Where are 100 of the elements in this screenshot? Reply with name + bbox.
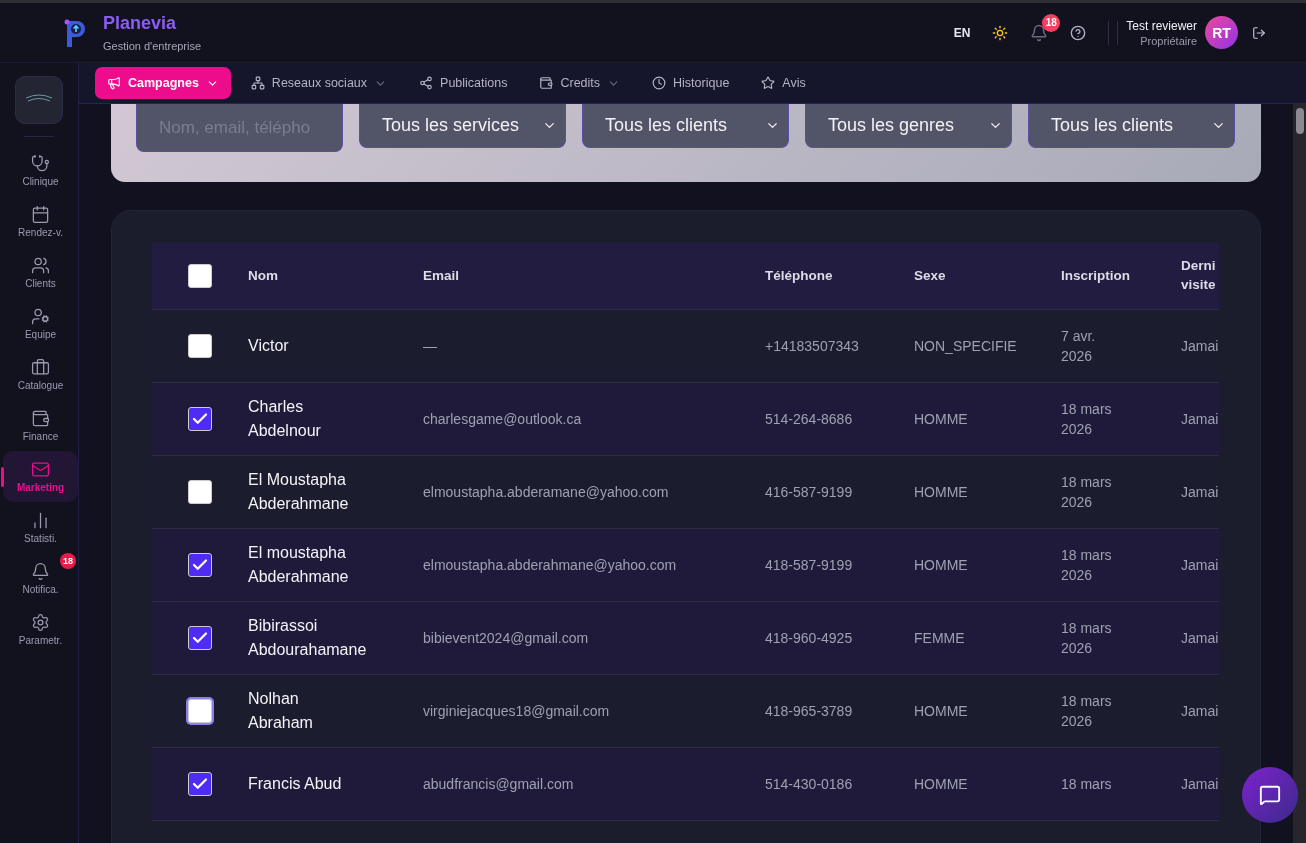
table-cell-text: Jamai xyxy=(1181,336,1219,356)
megaphone-icon xyxy=(107,76,121,90)
nav-tab[interactable]: Campagnes xyxy=(95,67,231,99)
stethoscope-icon xyxy=(31,154,50,173)
help-icon[interactable] xyxy=(1070,24,1087,41)
table-cell-text: HOMME xyxy=(914,774,969,794)
brand-name: Planevia xyxy=(103,13,178,34)
table-cell-text: Nolhan Abraham xyxy=(248,689,314,733)
sidebar-item[interactable]: Parametr. xyxy=(3,604,78,655)
table-cell-text: 18 mars xyxy=(1061,774,1113,794)
table-cell-text: NON_SPECIFIE xyxy=(914,336,1018,356)
notification-badge: 18 xyxy=(1042,13,1061,32)
checkbox[interactable] xyxy=(188,334,212,358)
table-cell-text: elmoustapha.abderahmane@yahoo.com xyxy=(423,555,678,575)
column-header: Derni visite xyxy=(1181,257,1217,294)
sidebar-item[interactable]: Clinique xyxy=(3,145,78,196)
user-gear-icon xyxy=(31,307,50,326)
table-cell-text: 514-430-0186 xyxy=(765,774,854,794)
table-cell-text: 18 mars 2026 xyxy=(1061,472,1113,512)
sidebar-item[interactable]: Equipe xyxy=(3,298,78,349)
table-cell-text: elmoustapha.abderamane@yahoo.com xyxy=(423,482,670,502)
table-cell-text: 7 avr. 2026 xyxy=(1061,326,1097,366)
wallet-icon xyxy=(31,409,50,428)
checkbox[interactable] xyxy=(188,480,212,504)
table-cell-text: Jamai xyxy=(1181,409,1219,429)
table-cell-text: Jamai xyxy=(1181,628,1219,648)
table-cell-text: HOMME xyxy=(914,701,969,721)
column-header: Téléphone xyxy=(765,266,834,285)
table-cell-text: El Moustapha Abderahmane xyxy=(248,470,350,514)
table-cell-text: Jamai xyxy=(1181,482,1219,502)
table-cell-text: +14183507343 xyxy=(765,336,860,356)
checkbox[interactable] xyxy=(188,626,212,650)
table-cell-text: Francis Abud xyxy=(248,774,343,794)
sidebar-item[interactable]: Notifica. 18 xyxy=(3,553,78,604)
user-name: Test reviewer xyxy=(1126,18,1197,33)
table-cell-text: 18 mars 2026 xyxy=(1061,545,1113,585)
filter-select[interactable]: Tous les clients xyxy=(1028,104,1235,148)
wallet-icon xyxy=(539,76,554,90)
table-cell-text: Charles Abdelnour xyxy=(248,397,322,441)
calendar-icon xyxy=(31,205,50,224)
language-toggle[interactable]: EN xyxy=(953,25,971,40)
nav-tab[interactable]: Reseaux sociaux xyxy=(238,67,400,99)
checkbox[interactable] xyxy=(188,264,212,288)
table-cell-text: HOMME xyxy=(914,555,969,575)
user-avatar[interactable]: RT xyxy=(1205,16,1238,49)
table-cell-text: 418-965-3789 xyxy=(765,701,854,721)
checkbox[interactable] xyxy=(188,407,212,431)
hierarchy-icon xyxy=(250,76,265,90)
brand-subtitle: Gestion d'entreprise xyxy=(103,40,202,52)
table-cell-text: HOMME xyxy=(914,482,969,502)
table-cell-text: — xyxy=(423,336,438,356)
table-cell-text: 416-587-9199 xyxy=(765,482,854,502)
nav-tab[interactable]: Publications xyxy=(407,67,520,99)
filter-select[interactable]: Tous les clients xyxy=(582,104,789,148)
table-cell-text: 418-960-4925 xyxy=(765,628,854,648)
notification-badge: 18 xyxy=(60,553,76,569)
table-cell-text: bibievent2024@gmail.com xyxy=(423,628,590,648)
users-icon xyxy=(31,256,50,275)
checkbox[interactable] xyxy=(188,699,212,723)
table-cell-text: 18 mars 2026 xyxy=(1061,691,1113,731)
sidebar-item[interactable]: Catalogue xyxy=(3,349,78,400)
share-icon xyxy=(419,76,434,90)
chat-icon xyxy=(1259,784,1281,806)
table-cell-text: Bibirassoi Abdourahamane xyxy=(248,616,368,660)
briefcase-icon xyxy=(31,358,50,377)
table-cell-text: abudfrancis@gmail.com xyxy=(423,774,575,794)
clock-icon xyxy=(652,76,667,90)
table-cell-text: 514-264-8686 xyxy=(765,409,854,429)
table-cell-text: FEMME xyxy=(914,628,966,648)
sidebar-item[interactable]: Clients xyxy=(3,247,78,298)
nav-tab[interactable]: Historique xyxy=(640,67,742,99)
star-icon xyxy=(761,76,776,90)
scrollbar-thumb[interactable] xyxy=(1295,108,1304,134)
bar-chart-icon xyxy=(31,511,50,530)
envelope-icon xyxy=(31,460,50,479)
sidebar-item[interactable]: Rendez-v. xyxy=(3,196,78,247)
nav-tab[interactable]: Credits xyxy=(527,67,633,99)
bell-icon xyxy=(31,562,50,581)
sidebar-item[interactable]: Statisti. xyxy=(3,502,78,553)
table-cell-text: virginiejacques18@gmail.com xyxy=(423,701,611,721)
table-cell-text: Jamai xyxy=(1181,774,1219,794)
table-cell-text: 18 mars 2026 xyxy=(1061,618,1113,658)
sun-icon[interactable] xyxy=(992,24,1009,41)
nav-tab[interactable]: Avis xyxy=(749,67,818,99)
table-cell-text: Jamai xyxy=(1181,555,1219,575)
checkbox[interactable] xyxy=(188,553,212,577)
business-logo[interactable] xyxy=(15,76,63,124)
table-cell-text: 18 mars 2026 xyxy=(1061,399,1113,439)
filter-select[interactable]: Tous les services xyxy=(359,104,566,148)
settings-icon xyxy=(31,613,50,632)
column-header: Email xyxy=(423,266,461,285)
sidebar-item[interactable]: Marketing xyxy=(3,451,78,502)
filter-select[interactable]: Tous les genres xyxy=(805,104,1012,148)
table-cell-text: 418-587-9199 xyxy=(765,555,854,575)
logout-icon[interactable] xyxy=(1252,25,1266,40)
table-cell-text: Jamai xyxy=(1181,701,1219,721)
column-header: Inscription xyxy=(1061,266,1131,285)
sidebar-item[interactable]: Finance xyxy=(3,400,78,451)
checkbox[interactable] xyxy=(188,772,212,796)
column-header: Sexe xyxy=(914,266,947,285)
